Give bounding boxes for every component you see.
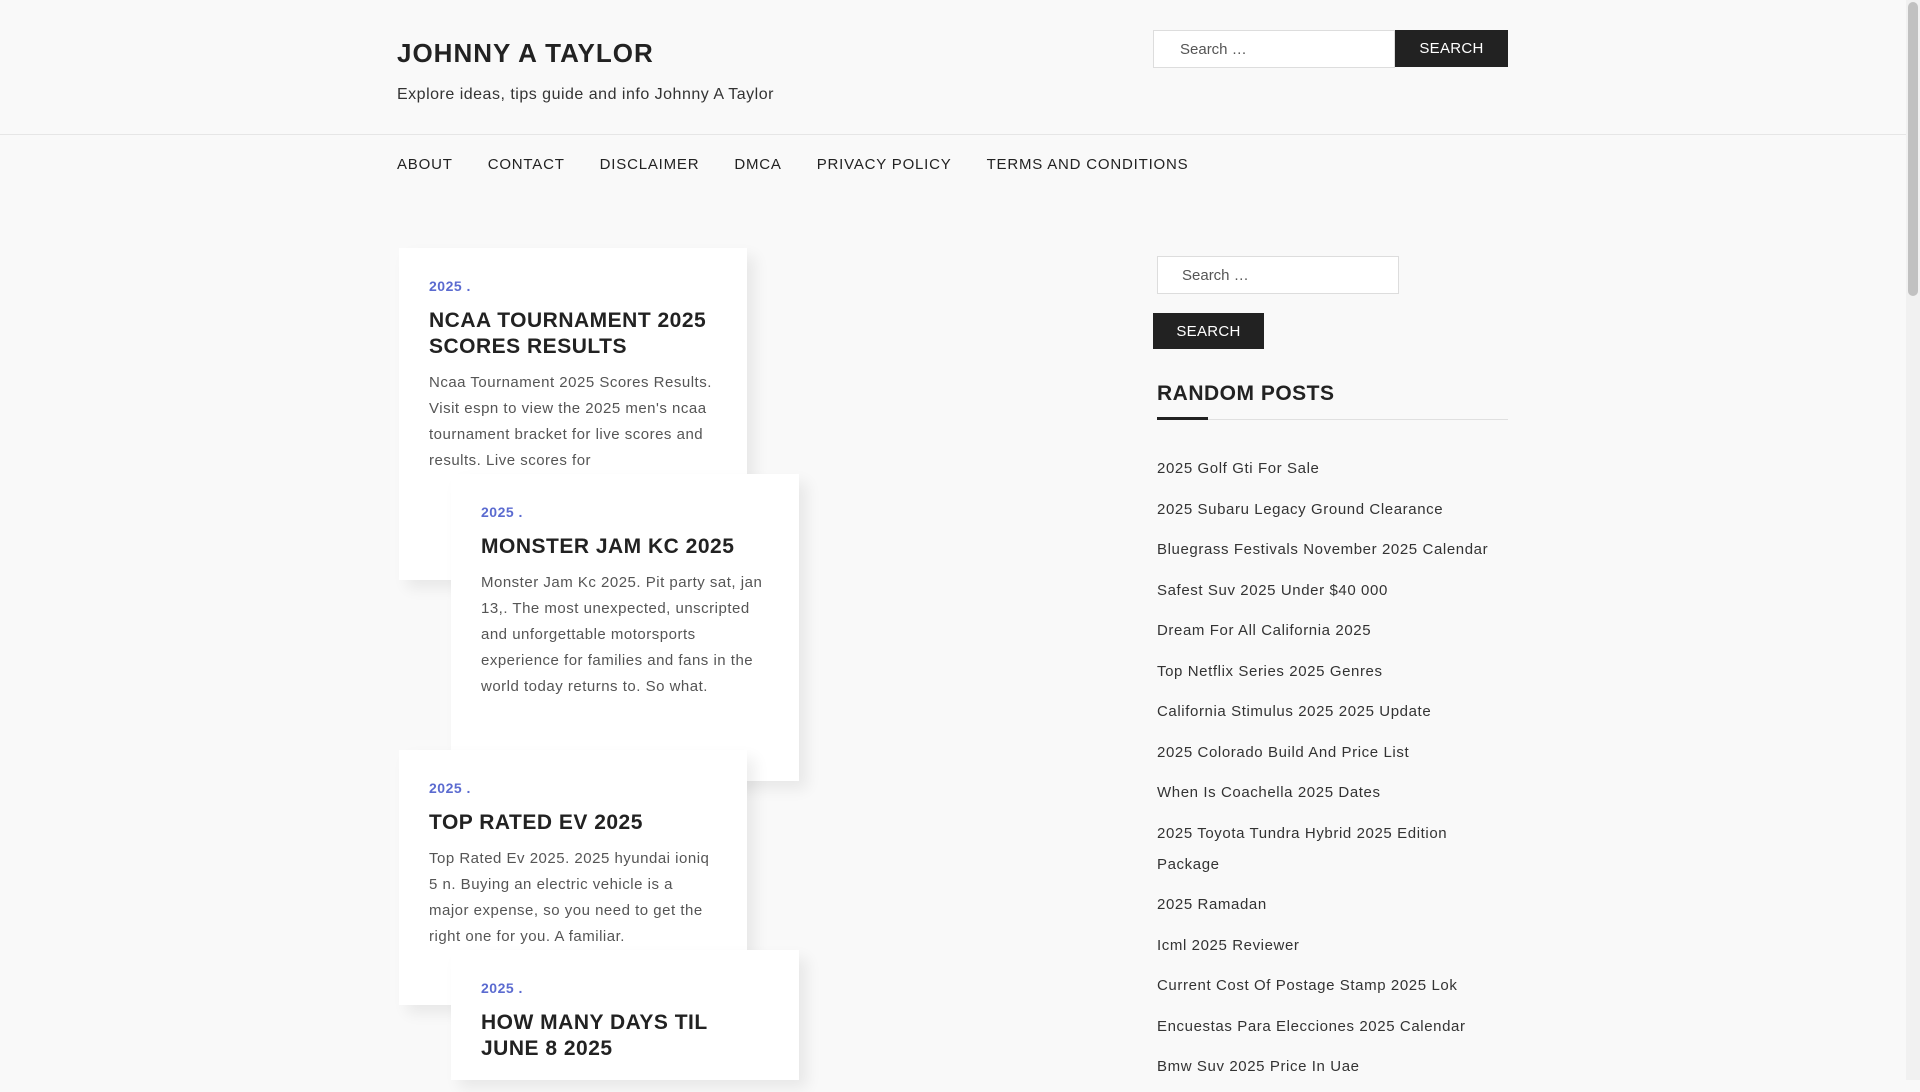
random-posts-title: RANDOM POSTS [1157, 382, 1335, 405]
random-post-link[interactable]: Encuestas Para Elecciones 2025 Calendar [1157, 1018, 1466, 1035]
random-post-link[interactable]: California Stimulus 2025 2025 Update [1157, 703, 1431, 720]
post-excerpt: Monster Jam Kc 2025. Pit party sat, jan … [481, 574, 763, 695]
list-item: Dream For All California 2025 [1157, 615, 1509, 646]
random-post-link[interactable]: 2025 Colorado Build And Price List [1157, 744, 1409, 761]
site-title[interactable]: JOHNNY A TAYLOR [397, 38, 654, 69]
category-link[interactable]: 2025 [481, 504, 514, 520]
list-item: Bluegrass Festivals November 2025 Calend… [1157, 534, 1509, 565]
post-excerpt: Top Rated Ev 2025. 2025 hyundai ioniq 5 … [429, 850, 710, 945]
list-item: Safest Suv 2025 Under $40 000 [1157, 575, 1509, 606]
widget-title-divider [1157, 419, 1508, 420]
post-title[interactable]: TOP RATED EV 2025 [429, 810, 717, 836]
list-item: When Is Coachella 2025 Dates [1157, 777, 1509, 808]
main-navigation: ABOUT CONTACT DISCLAIMER DMCA PRIVACY PO… [397, 152, 1223, 178]
category-link[interactable]: 2025 [429, 278, 462, 294]
random-post-link[interactable]: 2025 Subaru Legacy Ground Clearance [1157, 501, 1443, 518]
list-item: 2025 Toyota Tundra Hybrid 2025 Edition P… [1157, 818, 1509, 880]
list-item: Current Cost Of Postage Stamp 2025 Lok [1157, 970, 1509, 1001]
post-card: 2025 . MONSTER JAM KC 2025 Monster Jam K… [451, 474, 799, 781]
random-posts-list: 2025 Golf Gti For Sale 2025 Subaru Legac… [1157, 453, 1509, 1092]
list-item: 2025 Ramadan [1157, 889, 1509, 920]
random-post-link[interactable]: 2025 Ramadan [1157, 896, 1267, 913]
list-item: Bmw Suv 2025 Price In Uae [1157, 1051, 1509, 1082]
list-item: Encuestas Para Elecciones 2025 Calendar [1157, 1011, 1509, 1042]
list-item: 2025 Subaru Legacy Ground Clearance [1157, 494, 1509, 525]
random-post-link[interactable]: Dream For All California 2025 [1157, 622, 1371, 639]
nav-item-dmca[interactable]: DMCA [734, 152, 781, 178]
site-description: Explore ideas, tips guide and info Johnn… [397, 86, 774, 103]
post-category: 2025 . [481, 504, 523, 520]
post-card: 2025 . HOW MANY DAYS TIL JUNE 8 2025 [451, 950, 799, 1080]
scrollbar-thumb[interactable] [1908, 2, 1918, 296]
random-post-link[interactable]: 2025 Toyota Tundra Hybrid 2025 Edition P… [1157, 825, 1447, 873]
random-post-link[interactable]: When Is Coachella 2025 Dates [1157, 784, 1381, 801]
post-title[interactable]: MONSTER JAM KC 2025 [481, 534, 769, 560]
random-post-link[interactable]: Top Netflix Series 2025 Genres [1157, 663, 1383, 680]
nav-item-contact[interactable]: CONTACT [488, 152, 565, 178]
widget-title-accent-bar [1157, 417, 1208, 420]
post-category: 2025 . [429, 780, 471, 796]
header-divider [0, 134, 1906, 135]
post-excerpt: Ncaa Tournament 2025 Scores Results. Vis… [429, 374, 712, 469]
post-title[interactable]: NCAA TOURNAMENT 2025 SCORES RESULTS [429, 308, 717, 360]
header-search-input[interactable] [1153, 30, 1395, 68]
list-item: Top Netflix Series 2025 Genres [1157, 656, 1509, 687]
nav-item-disclaimer[interactable]: DISCLAIMER [600, 152, 700, 178]
random-post-link[interactable]: Icml 2025 Reviewer [1157, 937, 1300, 954]
header-search-form: Search [1153, 30, 1508, 68]
random-post-link[interactable]: Bmw Suv 2025 Price In Uae [1157, 1058, 1360, 1075]
post-category: 2025 . [429, 278, 471, 294]
random-post-link[interactable]: 2025 Golf Gti For Sale [1157, 460, 1319, 477]
nav-item-privacy-policy[interactable]: PRIVACY POLICY [817, 152, 952, 178]
category-link[interactable]: 2025 [429, 780, 462, 796]
post-category: 2025 . [481, 980, 523, 996]
header-search-button[interactable]: Search [1395, 30, 1508, 67]
post-title[interactable]: HOW MANY DAYS TIL JUNE 8 2025 [481, 1010, 769, 1062]
category-link[interactable]: 2025 [481, 980, 514, 996]
random-post-link[interactable]: Safest Suv 2025 Under $40 000 [1157, 582, 1388, 599]
random-post-link[interactable]: Current Cost Of Postage Stamp 2025 Lok [1157, 977, 1457, 994]
nav-item-terms-and-conditions[interactable]: TERMS AND CONDITIONS [987, 152, 1189, 178]
list-item: 2025 Colorado Build And Price List [1157, 737, 1509, 768]
random-post-link[interactable]: Bluegrass Festivals November 2025 Calend… [1157, 541, 1488, 558]
list-item: 2025 Golf Gti For Sale [1157, 453, 1509, 484]
list-item: California Stimulus 2025 2025 Update [1157, 696, 1509, 727]
list-item: Icml 2025 Reviewer [1157, 930, 1509, 961]
nav-item-about[interactable]: ABOUT [397, 152, 453, 178]
sidebar-search-input[interactable] [1157, 256, 1399, 294]
sidebar-search-button[interactable]: Search [1153, 313, 1264, 349]
